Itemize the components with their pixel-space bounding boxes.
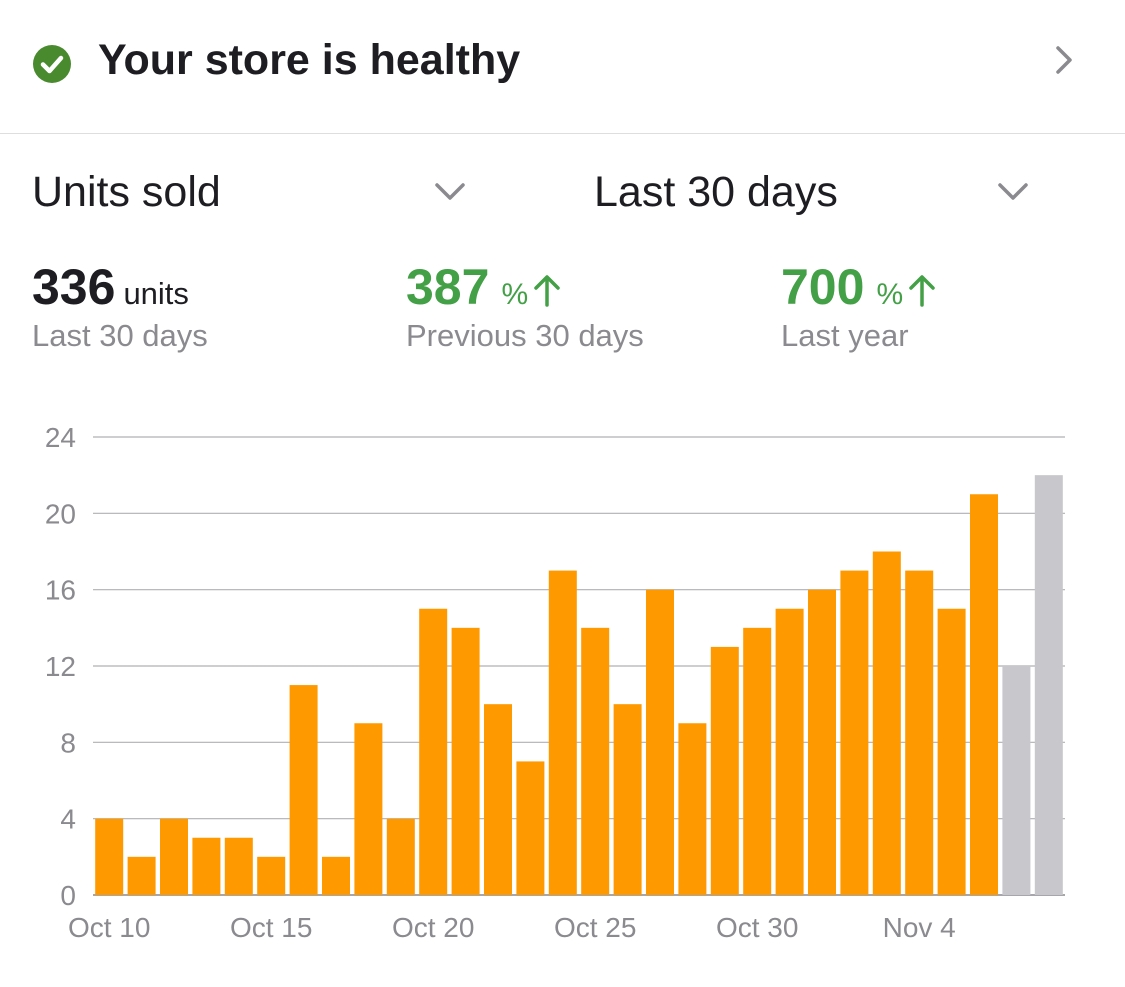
bar [160, 818, 188, 895]
y-tick-label: 4 [60, 804, 76, 835]
bar [743, 627, 772, 895]
x-tick-label: Oct 10 [68, 912, 150, 943]
bar [548, 570, 577, 895]
bar [970, 494, 998, 895]
bar [127, 856, 156, 895]
bar [451, 627, 480, 895]
metric-selector[interactable]: Units sold [32, 168, 472, 224]
bar [386, 818, 415, 895]
last-year-change: 700% [781, 258, 937, 316]
bar [613, 704, 642, 895]
previous-period-number: 387 [406, 259, 490, 315]
y-tick-label: 8 [60, 727, 76, 758]
bar [1002, 666, 1031, 895]
chevron-down-icon [435, 183, 465, 200]
bar [678, 723, 707, 895]
x-tick-label: Oct 15 [230, 912, 312, 943]
last-year-caption: Last year [781, 318, 909, 353]
total-units-value: 336 units [32, 258, 189, 316]
y-tick-label: 0 [60, 880, 76, 911]
units-sold-bar-chart: 0 4 8 12 16 20 24 Oct 10 Oct 15 Oct 20 Oct 25 Oct 3… [45, 422, 1065, 943]
bar [872, 551, 901, 895]
x-tick-label: Oct 30 [716, 912, 798, 943]
metric-selector-label: Units sold [32, 168, 221, 216]
x-tick-label: Oct 25 [554, 912, 636, 943]
last-year-unit: % [876, 278, 904, 311]
x-tick-label: Oct 20 [392, 912, 474, 943]
bar [224, 837, 253, 895]
bar [905, 570, 934, 895]
chevron-down-icon [998, 183, 1028, 200]
date-range-selector[interactable]: Last 30 days [594, 168, 1034, 224]
y-tick-label: 12 [45, 651, 76, 682]
bar [289, 685, 318, 895]
previous-period-change: 387% [406, 258, 562, 316]
bar [419, 608, 448, 895]
arrow-up-icon [534, 275, 560, 307]
bar [322, 856, 350, 895]
bar [840, 570, 869, 895]
last-year-number: 700 [781, 259, 865, 315]
bar [646, 589, 674, 895]
bar [775, 608, 804, 895]
total-units-number: 336 [32, 259, 116, 315]
bar [95, 818, 124, 895]
bar [808, 589, 836, 895]
x-tick-label: Nov 4 [883, 912, 956, 943]
bar [484, 704, 512, 895]
total-units-unit: units [123, 276, 189, 311]
bar [1034, 475, 1063, 895]
y-tick-label: 20 [45, 498, 76, 529]
bar [192, 837, 221, 895]
bar [710, 646, 739, 895]
bar [937, 608, 966, 895]
previous-period-unit: % [501, 278, 529, 311]
date-range-selector-label: Last 30 days [594, 168, 838, 216]
y-tick-label: 16 [45, 575, 76, 606]
store-health-title: Your store is healthy [98, 36, 521, 84]
previous-period-caption: Previous 30 days [406, 318, 644, 353]
chevron-right-icon[interactable] [1052, 44, 1076, 76]
bar [581, 627, 610, 895]
check-circle-icon [33, 45, 71, 83]
y-tick-label: 24 [45, 422, 76, 453]
total-units-caption: Last 30 days [32, 318, 208, 353]
bar [516, 761, 545, 895]
store-health-row[interactable]: Your store is healthy [0, 0, 1125, 134]
arrow-up-icon [909, 275, 935, 307]
bar [354, 723, 383, 895]
bar [257, 856, 286, 895]
